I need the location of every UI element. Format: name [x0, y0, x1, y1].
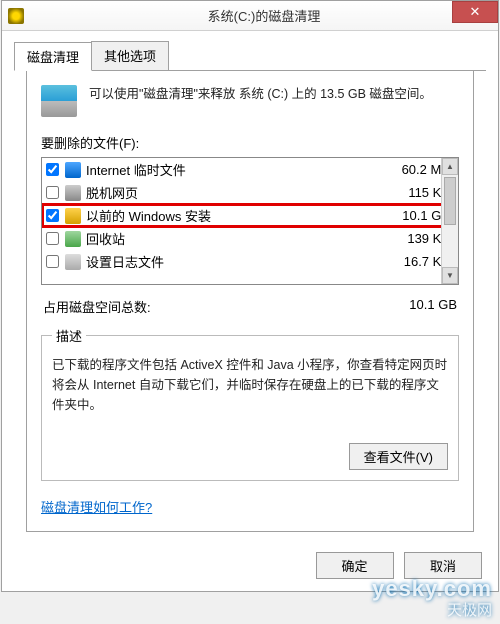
file-checkbox[interactable]	[46, 232, 59, 245]
scroll-down-button[interactable]: ▼	[442, 267, 458, 284]
file-name: Internet 临时文件	[86, 160, 378, 179]
ok-button[interactable]: 确定	[316, 552, 394, 579]
file-checkbox[interactable]	[46, 163, 59, 176]
description-text: 已下载的程序文件包括 ActiveX 控件和 Java 小程序，你查看特定网页时…	[52, 355, 448, 427]
view-files-button[interactable]: 查看文件(V)	[349, 443, 448, 470]
intro-text: 可以使用"磁盘清理"来释放 系统 (C:) 上的 13.5 GB 磁盘空间。	[89, 85, 432, 104]
file-checkbox[interactable]	[46, 186, 59, 199]
drive-icon	[41, 85, 77, 117]
file-name: 以前的 Windows 安装	[86, 206, 378, 225]
list-item[interactable]: 回收站 139 KB	[42, 227, 458, 250]
files-label: 要删除的文件(F):	[41, 133, 459, 152]
list-item-highlighted[interactable]: 以前的 Windows 安装 10.1 GB	[42, 204, 458, 227]
window-title: 系统(C:)的磁盘清理	[30, 6, 498, 25]
scroll-up-button[interactable]: ▲	[442, 158, 458, 175]
scroll-thumb[interactable]	[444, 177, 456, 225]
recycle-icon	[65, 231, 81, 247]
tab-disk-cleanup[interactable]: 磁盘清理	[14, 42, 92, 71]
cancel-button[interactable]: 取消	[404, 552, 482, 579]
list-item[interactable]: 设置日志文件 16.7 KB	[42, 250, 458, 273]
help-link[interactable]: 磁盘清理如何工作?	[41, 497, 152, 516]
file-checkbox[interactable]	[46, 209, 59, 222]
file-checkbox[interactable]	[46, 255, 59, 268]
close-button[interactable]: ✕	[452, 1, 498, 23]
list-item[interactable]: Internet 临时文件 60.2 MB	[42, 158, 458, 181]
log-icon	[65, 254, 81, 270]
tab-strip: 磁盘清理 其他选项	[14, 41, 486, 71]
ie-icon	[65, 162, 81, 178]
tab-more-options[interactable]: 其他选项	[91, 41, 169, 70]
total-label: 占用磁盘空间总数:	[43, 297, 151, 316]
scrollbar[interactable]: ▲ ▼	[441, 158, 458, 284]
disk-cleanup-icon	[8, 8, 24, 24]
total-value: 10.1 GB	[409, 297, 457, 316]
description-legend: 描述	[52, 326, 86, 345]
file-name: 脱机网页	[86, 183, 378, 202]
file-list: Internet 临时文件 60.2 MB 脱机网页 115 KB 以前的 Wi…	[41, 157, 459, 285]
description-group: 描述 已下载的程序文件包括 ActiveX 控件和 Java 小程序，你查看特定…	[41, 326, 459, 481]
titlebar[interactable]: 系统(C:)的磁盘清理 ✕	[2, 1, 498, 31]
file-name: 设置日志文件	[86, 252, 378, 271]
file-name: 回收站	[86, 229, 378, 248]
list-item[interactable]: 脱机网页 115 KB	[42, 181, 458, 204]
dialog-window: 系统(C:)的磁盘清理 ✕ 磁盘清理 其他选项 可以使用"磁盘清理"来释放 系统…	[1, 0, 499, 592]
watermark-brand: 天极网	[372, 602, 492, 620]
tab-panel: 可以使用"磁盘清理"来释放 系统 (C:) 上的 13.5 GB 磁盘空间。 要…	[26, 71, 474, 532]
windows-icon	[65, 208, 81, 224]
page-icon	[65, 185, 81, 201]
